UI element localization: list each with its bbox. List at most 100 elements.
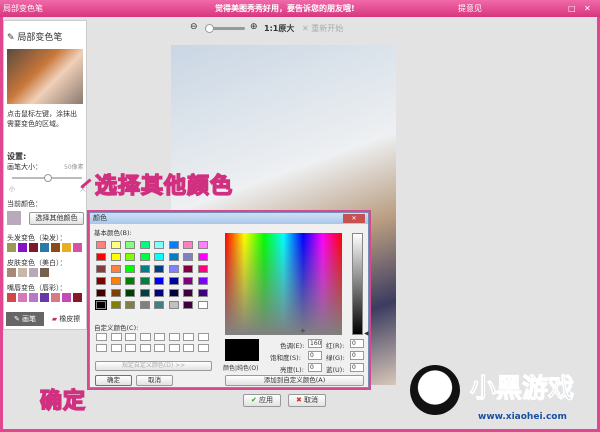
custom-color-swatch[interactable] (139, 344, 151, 352)
bottom-cancel-button[interactable]: ✖ 取消 (288, 394, 326, 407)
lum-input[interactable]: 0 (308, 363, 322, 372)
maximize-icon[interactable]: □ (568, 0, 576, 17)
zoom-out-icon[interactable]: ⊖ (190, 22, 198, 32)
lip-swatch[interactable] (18, 293, 27, 302)
basic-color-swatch[interactable] (125, 277, 135, 285)
actual-size-button[interactable]: 1:1原大 (264, 23, 294, 34)
basic-color-swatch[interactable] (197, 289, 208, 297)
basic-color-swatch[interactable] (110, 289, 121, 297)
basic-color-swatch[interactable] (110, 277, 121, 285)
skin-swatch[interactable] (7, 268, 16, 277)
basic-color-swatch[interactable] (168, 253, 179, 261)
hair-swatch[interactable] (29, 243, 38, 252)
basic-color-swatch[interactable] (183, 301, 193, 309)
basic-color-swatch[interactable] (139, 241, 150, 249)
luminance-slider[interactable] (352, 233, 363, 335)
basic-color-swatch[interactable] (168, 277, 179, 285)
apply-button[interactable]: ✔ 应用 (243, 394, 281, 407)
basic-color-swatch[interactable] (110, 301, 121, 309)
hair-swatch[interactable] (7, 243, 16, 252)
basic-color-swatch[interactable] (96, 241, 106, 249)
basic-color-swatch[interactable] (154, 241, 164, 249)
blue-input[interactable]: 0 (350, 363, 364, 372)
basic-color-swatch[interactable] (125, 253, 135, 261)
add-custom-button[interactable]: 添加到自定义颜色(A) (225, 375, 364, 386)
hair-swatch[interactable] (18, 243, 27, 252)
custom-color-swatch[interactable] (125, 344, 136, 352)
hair-swatch[interactable] (51, 243, 60, 252)
lip-swatch[interactable] (29, 293, 38, 302)
custom-color-swatch[interactable] (96, 344, 107, 352)
basic-color-swatch[interactable] (197, 265, 208, 273)
choose-other-color-button[interactable]: 选择其他颜色 (29, 212, 84, 225)
ok-button[interactable]: 确定 (95, 375, 132, 386)
basic-color-swatch[interactable] (197, 241, 208, 249)
basic-color-swatch[interactable] (183, 277, 193, 285)
basic-color-swatch[interactable] (96, 265, 106, 273)
basic-color-swatch[interactable] (110, 241, 121, 249)
lip-swatch[interactable] (73, 293, 82, 302)
zoom-slider[interactable] (205, 24, 245, 33)
custom-color-swatch[interactable] (139, 333, 151, 341)
custom-color-swatch[interactable] (197, 333, 209, 341)
sat-input[interactable]: 0 (308, 351, 322, 360)
basic-color-swatch[interactable] (125, 241, 135, 249)
basic-color-swatch[interactable] (125, 289, 135, 297)
lip-swatch[interactable] (40, 293, 49, 302)
basic-color-swatch[interactable] (95, 300, 107, 310)
zoom-in-icon[interactable]: ⊕ (250, 22, 258, 32)
basic-color-swatch[interactable] (154, 253, 164, 261)
basic-color-swatch[interactable] (168, 301, 179, 309)
basic-color-swatch[interactable] (110, 253, 121, 261)
close-icon[interactable]: ✕ (584, 0, 591, 17)
brush-tab[interactable]: ✎ 画笔 (6, 312, 44, 326)
custom-color-swatch[interactable] (183, 344, 194, 352)
basic-color-swatch[interactable] (154, 265, 164, 273)
basic-color-swatch[interactable] (154, 301, 164, 309)
custom-color-swatch[interactable] (110, 333, 122, 341)
basic-color-swatch[interactable] (96, 253, 106, 261)
basic-color-swatch[interactable] (183, 289, 193, 297)
basic-color-swatch[interactable] (154, 277, 164, 285)
custom-color-swatch[interactable] (110, 344, 122, 352)
basic-color-swatch[interactable] (139, 253, 150, 261)
hue-input[interactable]: 160 (308, 339, 322, 348)
basic-color-swatch[interactable] (139, 277, 150, 285)
lip-swatch[interactable] (51, 293, 60, 302)
basic-color-swatch[interactable] (183, 265, 193, 273)
skin-swatch[interactable] (18, 268, 27, 277)
cancel-button[interactable]: 取消 (136, 375, 173, 386)
custom-color-swatch[interactable] (168, 344, 180, 352)
basic-color-swatch[interactable] (183, 253, 193, 261)
basic-color-swatch[interactable] (110, 265, 121, 273)
hair-swatch[interactable] (62, 243, 71, 252)
brush-size-slider[interactable] (12, 174, 82, 182)
basic-color-swatch[interactable] (168, 265, 179, 273)
basic-color-swatch[interactable] (168, 289, 179, 297)
custom-color-swatch[interactable] (197, 344, 209, 352)
basic-color-swatch[interactable] (139, 289, 150, 297)
basic-color-swatch[interactable] (197, 253, 208, 261)
custom-color-swatch[interactable] (125, 333, 136, 341)
basic-color-swatch[interactable] (125, 301, 135, 309)
color-spectrum[interactable]: + (225, 233, 342, 335)
dialog-close-button[interactable]: ✕ (343, 214, 365, 223)
red-input[interactable]: 0 (350, 339, 364, 348)
basic-color-swatch[interactable] (154, 289, 164, 297)
basic-color-swatch[interactable] (168, 241, 179, 249)
basic-color-swatch[interactable] (96, 289, 106, 297)
custom-color-swatch[interactable] (154, 333, 165, 341)
basic-color-swatch[interactable] (139, 265, 150, 273)
luminance-arrow-icon[interactable]: ◀ (364, 330, 369, 337)
basic-color-swatch[interactable] (183, 241, 193, 249)
skin-swatch[interactable] (40, 268, 49, 277)
lip-swatch[interactable] (7, 293, 16, 302)
hair-swatch[interactable] (73, 243, 82, 252)
custom-color-swatch[interactable] (168, 333, 180, 341)
feedback-link[interactable]: 提意见 (458, 0, 482, 17)
hair-swatch[interactable] (40, 243, 49, 252)
basic-color-swatch[interactable] (125, 265, 135, 273)
skin-swatch[interactable] (29, 268, 38, 277)
basic-color-swatch[interactable] (96, 277, 106, 285)
reset-button[interactable]: ✕ 重新开始 (302, 23, 343, 34)
